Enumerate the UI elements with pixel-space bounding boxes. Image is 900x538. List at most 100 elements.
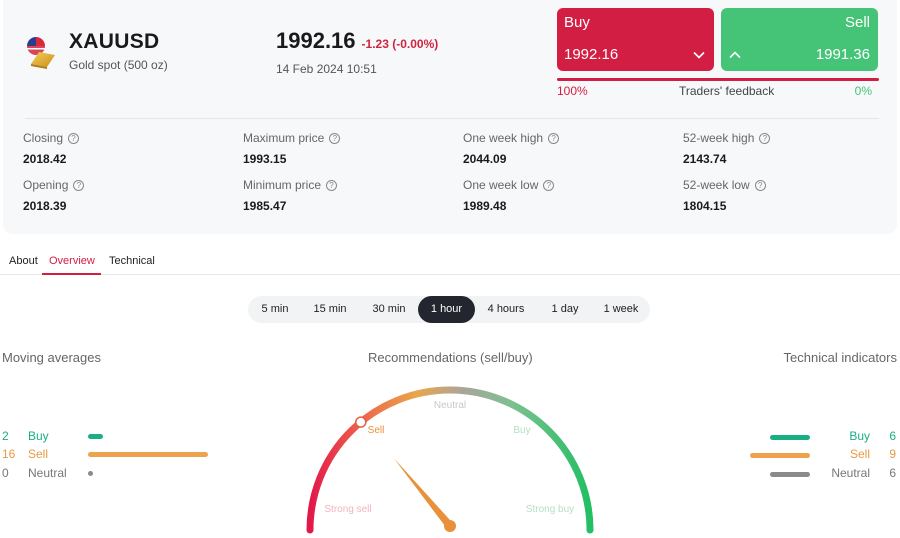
chevron-down-icon bbox=[693, 51, 705, 59]
stat-52-week-high: 52-week high? 2143.74 bbox=[683, 131, 771, 166]
recommendation-gauge: Neutral Sell Buy Strong sell Strong buy bbox=[306, 386, 594, 534]
gauge-position-marker bbox=[355, 416, 367, 428]
ti-sell-count: 9 bbox=[889, 447, 896, 461]
ma-buy-label: Buy bbox=[28, 429, 49, 443]
help-icon[interactable]: ? bbox=[543, 179, 555, 191]
sell-label: Sell bbox=[844, 14, 870, 31]
ma-sell-label: Sell bbox=[28, 447, 49, 461]
ma-neutral-label: Neutral bbox=[28, 466, 67, 480]
instrument-symbol: XAUUSD bbox=[69, 30, 160, 53]
ma-neutral-count: 0 bbox=[2, 466, 9, 480]
buy-button[interactable]: Buy 1992.16 bbox=[557, 8, 714, 71]
stat-value: 2018.42 bbox=[23, 152, 67, 166]
price-change: -1.23 (-0.00%) bbox=[361, 37, 439, 51]
help-icon[interactable]: ? bbox=[329, 132, 341, 144]
timeframe-selector: 5 min 15 min 30 min 1 hour 4 hours 1 day… bbox=[248, 296, 650, 323]
feedback-buy-percent: 100% bbox=[557, 84, 588, 98]
stat-one-week-high: One week high? 2044.09 bbox=[463, 131, 560, 166]
ti-buy-count: 6 bbox=[889, 429, 896, 443]
ti-buy-row: Buy 6 bbox=[740, 429, 898, 445]
ti-buy-label: Buy bbox=[849, 429, 870, 443]
instrument-description: Gold spot (500 oz) bbox=[69, 58, 168, 72]
stat-value: 1993.15 bbox=[243, 152, 287, 166]
traders-feedback-bar bbox=[557, 78, 879, 81]
stat-label: Opening bbox=[23, 178, 69, 192]
technical-indicators-title: Technical indicators bbox=[783, 350, 897, 365]
stat-label: Closing bbox=[23, 131, 64, 145]
gauge-label-sell: Sell bbox=[368, 425, 385, 436]
gauge-needle-hub bbox=[444, 520, 456, 532]
current-price: 1992.16 bbox=[276, 28, 356, 53]
stat-value: 2044.09 bbox=[463, 152, 507, 166]
stat-value: 2018.39 bbox=[23, 199, 67, 213]
feedback-label: Traders' feedback bbox=[679, 84, 775, 98]
timeframe-5-min[interactable]: 5 min bbox=[252, 296, 298, 323]
feedback-sell-percent: 0% bbox=[854, 84, 872, 98]
help-icon[interactable]: ? bbox=[68, 132, 80, 144]
ti-sell-row: Sell 9 bbox=[740, 447, 898, 463]
ma-neutral-row: 0 Neutral bbox=[2, 466, 93, 480]
stat-label: Maximum price bbox=[243, 131, 325, 145]
ma-buy-count: 2 bbox=[2, 429, 9, 443]
ma-sell-bar bbox=[88, 451, 208, 457]
tab-about[interactable]: About bbox=[9, 255, 38, 267]
chevron-up-icon bbox=[729, 51, 741, 59]
quote-header-card: XAUUSD Gold spot (500 oz) 1992.16 -1.23 … bbox=[3, 0, 897, 234]
gauge-label-neutral: Neutral bbox=[434, 400, 466, 411]
ti-buy-bar bbox=[770, 435, 810, 440]
gauge-label-strong-sell: Strong sell bbox=[324, 504, 371, 515]
stat-label: One week low bbox=[463, 178, 539, 192]
ti-neutral-row: Neutral 6 bbox=[740, 466, 898, 482]
stat-label: 52-week low bbox=[683, 178, 750, 192]
help-icon[interactable]: ? bbox=[754, 179, 766, 191]
timeframe-15-min[interactable]: 15 min bbox=[302, 296, 358, 323]
ma-sell-count: 16 bbox=[2, 447, 16, 461]
ti-neutral-label: Neutral bbox=[831, 466, 870, 480]
ma-neutral-bar bbox=[88, 470, 93, 476]
tab-technical[interactable]: Technical bbox=[109, 255, 155, 267]
divider bbox=[25, 118, 879, 119]
instrument-info: XAUUSD Gold spot (500 oz) bbox=[25, 30, 168, 72]
buy-label: Buy bbox=[564, 14, 590, 31]
timeframe-4-hours[interactable]: 4 hours bbox=[480, 296, 532, 323]
ma-buy-bar bbox=[88, 433, 103, 439]
gauge-label-strong-buy: Strong buy bbox=[526, 504, 574, 515]
stat-value: 1989.48 bbox=[463, 199, 507, 213]
ti-sell-bar bbox=[750, 453, 810, 458]
timeframe-1-hour[interactable]: 1 hour bbox=[418, 296, 475, 323]
gold-usd-flag-icon bbox=[25, 33, 57, 69]
help-icon[interactable]: ? bbox=[759, 132, 771, 144]
ma-sell-row: 16 Sell bbox=[2, 447, 208, 461]
moving-averages-title: Moving averages bbox=[2, 350, 101, 365]
stat-closing: Closing? 2018.42 bbox=[23, 131, 80, 166]
stat-maximum-price: Maximum price? 1993.15 bbox=[243, 131, 341, 166]
recommendations-title: Recommendations (sell/buy) bbox=[368, 350, 533, 365]
stat-52-week-low: 52-week low? 1804.15 bbox=[683, 178, 766, 213]
ti-neutral-count: 6 bbox=[889, 466, 896, 480]
sell-button[interactable]: Sell 1991.36 bbox=[721, 8, 878, 71]
page: XAUUSD Gold spot (500 oz) 1992.16 -1.23 … bbox=[0, 0, 900, 538]
stat-label: 52-week high bbox=[683, 131, 755, 145]
stat-label: One week high bbox=[463, 131, 544, 145]
price-block: 1992.16 -1.23 (-0.00%) 14 Feb 2024 10:51 bbox=[276, 28, 438, 76]
timeframe-30-min[interactable]: 30 min bbox=[361, 296, 417, 323]
gauge-label-buy: Buy bbox=[513, 425, 530, 436]
active-tab-indicator bbox=[42, 273, 101, 275]
timeframe-1-day[interactable]: 1 day bbox=[540, 296, 590, 323]
help-icon[interactable]: ? bbox=[73, 179, 85, 191]
sell-price: 1991.36 bbox=[815, 46, 870, 63]
tab-overview[interactable]: Overview bbox=[49, 255, 95, 267]
content-tabs: About Overview Technical bbox=[0, 252, 900, 275]
buy-price: 1992.16 bbox=[564, 46, 619, 63]
help-icon[interactable]: ? bbox=[326, 179, 338, 191]
ti-sell-label: Sell bbox=[849, 447, 870, 461]
traders-feedback-buy-fill bbox=[557, 78, 879, 81]
stat-minimum-price: Minimum price? 1985.47 bbox=[243, 178, 338, 213]
stat-label: Minimum price bbox=[243, 178, 322, 192]
help-icon[interactable]: ? bbox=[548, 132, 560, 144]
ti-neutral-bar bbox=[770, 472, 810, 477]
timeframe-1-week[interactable]: 1 week bbox=[596, 296, 646, 323]
gauge-needle bbox=[393, 458, 454, 529]
ma-buy-row: 2 Buy bbox=[2, 429, 103, 443]
stat-value: 2143.74 bbox=[683, 152, 727, 166]
